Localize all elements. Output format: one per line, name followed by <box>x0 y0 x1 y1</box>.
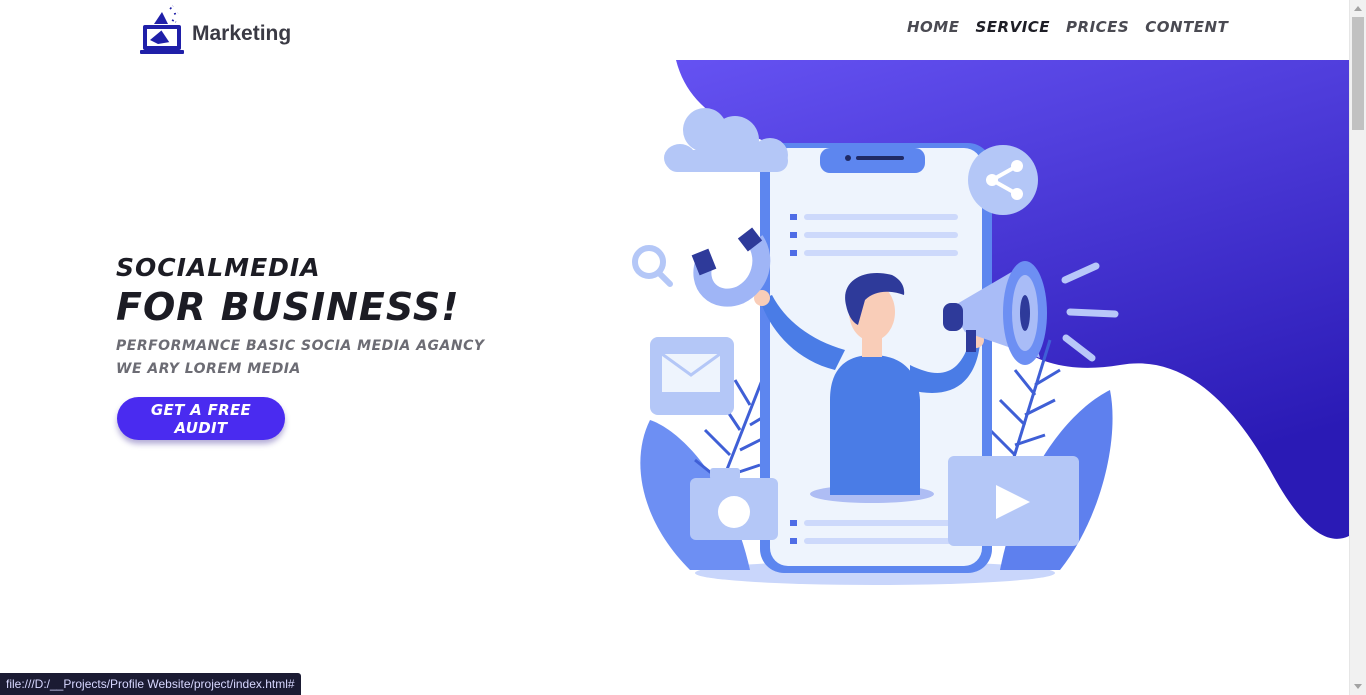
nav-home[interactable]: HOME <box>907 18 959 36</box>
cloud-icon <box>664 108 788 172</box>
hero-subtitle: PERFORMANCE BASIC SOCIA MEDIA AGANCY WE … <box>116 335 485 381</box>
status-bar-url: file:///D:/__Projects/Profile Website/pr… <box>0 673 301 695</box>
brand-logo[interactable]: Marketing <box>140 4 291 56</box>
magnet-icon <box>691 227 771 307</box>
mail-icon <box>650 337 734 415</box>
scrollbar-thumb[interactable] <box>1352 17 1364 130</box>
hero-subtitle-line2: WE ARY LOREM MEDIA <box>116 361 301 377</box>
brand-name: Marketing <box>192 22 292 45</box>
scroll-up-arrow-icon[interactable] <box>1349 0 1366 17</box>
hero-title-line1: SOCIALMEDIA <box>116 253 321 282</box>
search-icon <box>632 245 673 287</box>
hero-subtitle-line1: PERFORMANCE BASIC SOCIA MEDIA AGANCY <box>116 338 485 354</box>
nav-service[interactable]: SERVICE <box>975 18 1050 36</box>
megaphone-laptop-logo-icon <box>140 5 184 54</box>
main-nav: HOME SERVICE PRICES CONTENT <box>880 0 1233 60</box>
page-scrollbar[interactable] <box>1349 0 1366 695</box>
nav-prices[interactable]: PRICES <box>1066 18 1129 36</box>
hero-illustration <box>632 108 1119 585</box>
nav-content[interactable]: CONTENT <box>1145 18 1228 36</box>
play-icon <box>948 456 1079 546</box>
share-icon <box>968 145 1038 215</box>
hero-title-line2: FOR BUSINESS! <box>116 285 460 329</box>
scroll-down-arrow-icon[interactable] <box>1349 678 1366 695</box>
free-audit-button[interactable]: GET A FREE AUDIT <box>117 397 285 440</box>
camera-icon <box>690 468 778 540</box>
